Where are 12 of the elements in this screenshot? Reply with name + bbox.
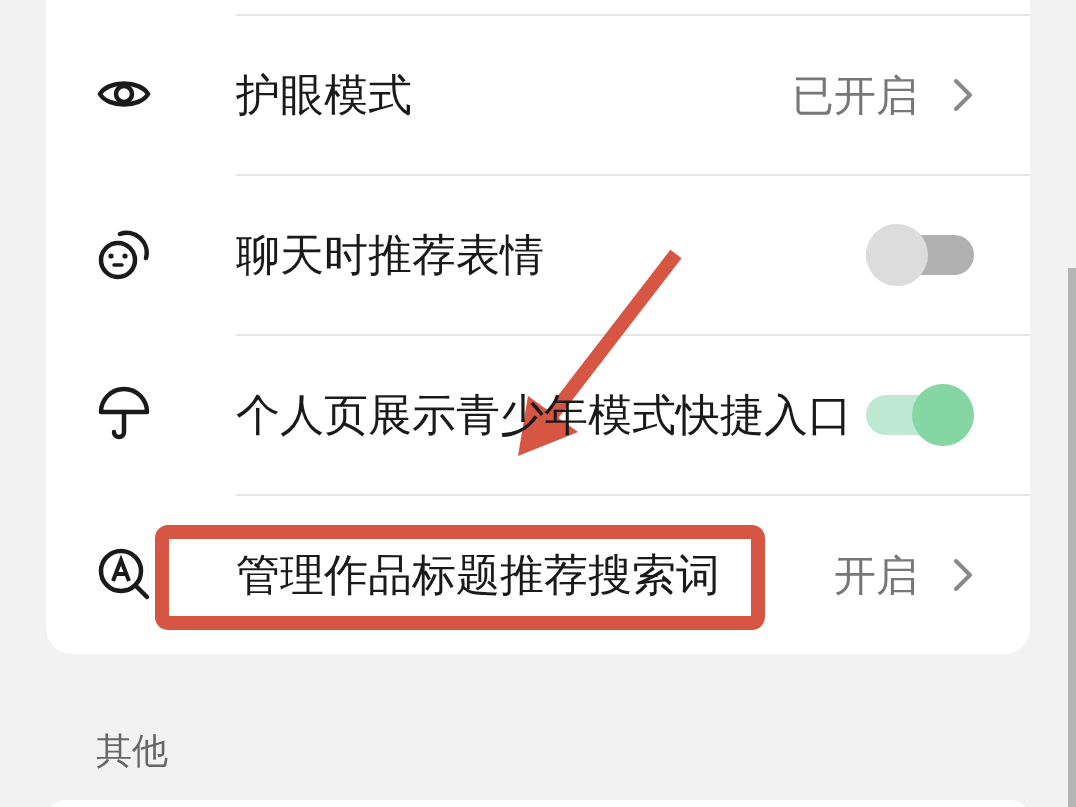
toggle-switch[interactable] xyxy=(866,384,974,446)
setting-label[interactable]: 管理作品标题推荐搜索词 xyxy=(236,542,834,608)
chevron-icon[interactable] xyxy=(952,557,974,593)
toggle-switch[interactable] xyxy=(866,224,974,286)
umbrella-icon xyxy=(96,386,152,442)
chevron-icon[interactable] xyxy=(952,77,974,113)
setting-label[interactable]: 聊天时推荐表情 xyxy=(236,222,866,288)
section-header: 其他 xyxy=(96,730,168,771)
setting-value: 已开启 xyxy=(792,69,918,122)
search-icon xyxy=(96,546,152,602)
setting-label[interactable]: 护眼模式 xyxy=(236,62,792,128)
setting-value: 开启 xyxy=(834,549,918,602)
